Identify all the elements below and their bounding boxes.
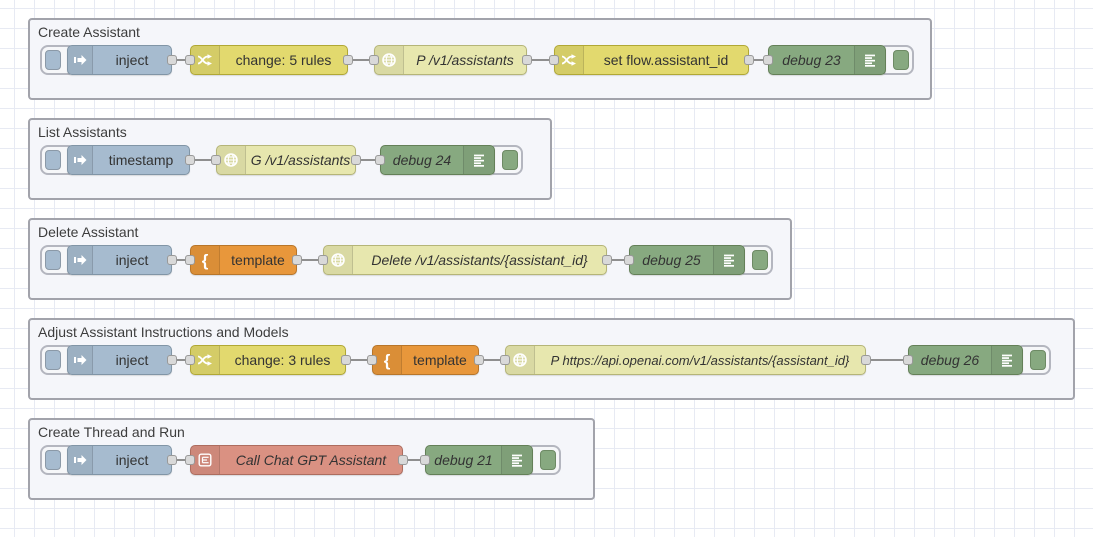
output-port[interactable]	[341, 355, 351, 365]
node-debug[interactable]: debug 26	[903, 345, 1023, 375]
input-port[interactable]	[420, 455, 430, 465]
node-label: set flow.assistant_id	[603, 52, 729, 68]
debug-sidebar-icon	[991, 346, 1022, 374]
inject-arrow-icon	[68, 346, 93, 374]
output-port[interactable]	[744, 55, 754, 65]
output-port[interactable]	[522, 55, 532, 65]
inject-arrow-icon	[68, 446, 93, 474]
output-port[interactable]	[398, 455, 408, 465]
input-port[interactable]	[549, 55, 559, 65]
node-template[interactable]: { template	[367, 345, 484, 375]
node-label: G /v1/assistants	[250, 152, 351, 168]
output-port[interactable]	[351, 155, 361, 165]
output-port[interactable]	[167, 355, 177, 365]
node-label: inject	[115, 52, 149, 68]
group-title: Adjust Assistant Instructions and Models	[38, 324, 289, 340]
globe-icon	[375, 46, 404, 74]
node-label: debug 24	[392, 152, 452, 168]
input-port[interactable]	[185, 55, 195, 65]
node-inject[interactable]: inject	[67, 45, 177, 75]
node-debug[interactable]: debug 24	[375, 145, 495, 175]
input-port[interactable]	[367, 355, 377, 365]
input-port[interactable]	[185, 455, 195, 465]
node-label: inject	[115, 352, 149, 368]
output-port[interactable]	[167, 455, 177, 465]
input-port[interactable]	[185, 355, 195, 365]
node-http-request[interactable]: G /v1/assistants	[211, 145, 361, 175]
node-label: template	[231, 252, 285, 268]
node-label: change: 5 rules	[235, 52, 332, 68]
node-label: inject	[115, 252, 149, 268]
node-http-request[interactable]: P /v1/assistants	[369, 45, 532, 75]
debug-sidebar-icon	[854, 46, 885, 74]
flow-canvas[interactable]: Create Assistant inject change: 5 rules …	[0, 0, 1093, 537]
input-port[interactable]	[763, 55, 773, 65]
output-port[interactable]	[185, 155, 195, 165]
node-template[interactable]: { template	[185, 245, 302, 275]
input-port[interactable]	[369, 55, 379, 65]
node-debug[interactable]: debug 23	[763, 45, 886, 75]
node-change[interactable]: set flow.assistant_id	[549, 45, 754, 75]
shuffle-icon	[555, 46, 584, 74]
input-port[interactable]	[211, 155, 221, 165]
input-port[interactable]	[375, 155, 385, 165]
globe-icon	[506, 346, 535, 374]
output-port[interactable]	[602, 255, 612, 265]
inject-arrow-icon	[68, 46, 93, 74]
node-change[interactable]: change: 3 rules	[185, 345, 351, 375]
debug-sidebar-icon	[501, 446, 532, 474]
node-subflow-call-chat-gpt-assistant[interactable]: Call Chat GPT Assistant	[185, 445, 408, 475]
node-label: inject	[115, 452, 149, 468]
node-label: change: 3 rules	[234, 352, 331, 368]
node-label: Delete /v1/assistants/{assistant_id}	[371, 252, 588, 268]
shuffle-icon	[191, 46, 220, 74]
output-port[interactable]	[343, 55, 353, 65]
node-label: debug 23	[782, 52, 841, 68]
node-label: debug 21	[434, 452, 493, 468]
input-port[interactable]	[903, 355, 913, 365]
node-inject[interactable]: inject	[67, 445, 177, 475]
globe-icon	[217, 146, 246, 174]
node-inject[interactable]: inject	[67, 345, 177, 375]
node-label: debug 26	[920, 352, 980, 368]
shuffle-icon	[191, 346, 220, 374]
output-port[interactable]	[292, 255, 302, 265]
curly-brace-icon: {	[373, 346, 402, 374]
inject-arrow-icon	[68, 246, 93, 274]
group-title: Delete Assistant	[38, 224, 139, 240]
output-port[interactable]	[861, 355, 871, 365]
debug-sidebar-icon	[713, 246, 744, 274]
group-title: Create Assistant	[38, 24, 140, 40]
input-port[interactable]	[500, 355, 510, 365]
node-label: Call Chat GPT Assistant	[235, 452, 387, 468]
node-label: P https://api.openai.com/v1/assistants/{…	[550, 352, 850, 368]
node-http-request[interactable]: Delete /v1/assistants/{assistant_id}	[318, 245, 612, 275]
output-port[interactable]	[167, 255, 177, 265]
input-port[interactable]	[185, 255, 195, 265]
input-port[interactable]	[624, 255, 634, 265]
input-port[interactable]	[318, 255, 328, 265]
node-change[interactable]: change: 5 rules	[185, 45, 353, 75]
node-label: debug 25	[642, 252, 701, 268]
group-title: List Assistants	[38, 124, 127, 140]
node-http-request[interactable]: P https://api.openai.com/v1/assistants/{…	[500, 345, 871, 375]
node-inject[interactable]: inject	[67, 245, 177, 275]
curly-brace-icon: {	[191, 246, 220, 274]
node-inject[interactable]: timestamp	[67, 145, 195, 175]
globe-icon	[324, 246, 353, 274]
subflow-box-icon	[191, 446, 220, 474]
output-port[interactable]	[474, 355, 484, 365]
node-label: template	[413, 352, 467, 368]
node-debug[interactable]: debug 25	[624, 245, 745, 275]
output-port[interactable]	[167, 55, 177, 65]
node-label: timestamp	[108, 152, 174, 168]
group-title: Create Thread and Run	[38, 424, 185, 440]
node-debug[interactable]: debug 21	[420, 445, 533, 475]
debug-sidebar-icon	[463, 146, 494, 174]
node-label: P /v1/assistants	[416, 52, 514, 68]
inject-arrow-icon	[68, 146, 93, 174]
